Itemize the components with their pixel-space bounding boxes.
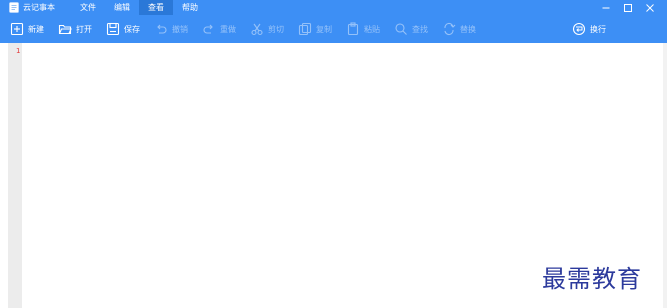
open-folder-icon bbox=[58, 24, 72, 35]
menu-view[interactable]: 查看 bbox=[139, 0, 173, 15]
save-button[interactable]: 保存 bbox=[106, 22, 140, 36]
close-button[interactable] bbox=[639, 0, 661, 15]
window-left-edge bbox=[0, 43, 8, 308]
line-number-gutter bbox=[8, 43, 22, 308]
cut-button[interactable]: 剪切 bbox=[250, 22, 284, 36]
window-controls bbox=[595, 0, 661, 15]
open-label: 打开 bbox=[76, 24, 92, 34]
save-label: 保存 bbox=[124, 24, 140, 34]
undo-button[interactable]: 撤销 bbox=[154, 22, 188, 36]
find-icon bbox=[395, 23, 407, 35]
open-button[interactable]: 打开 bbox=[58, 22, 92, 36]
watermark: 最需教育 bbox=[542, 265, 642, 293]
toolbar: 新建 打开 保存 撤销 重做 剪切 复制 粘贴 查找 替换 换行 bbox=[0, 15, 667, 43]
wrap-label: 换行 bbox=[590, 24, 606, 34]
new-label: 新建 bbox=[28, 24, 44, 34]
wrap-icon bbox=[572, 22, 586, 36]
minimize-icon bbox=[602, 7, 610, 8]
minimize-button[interactable] bbox=[595, 0, 617, 15]
menu-help[interactable]: 帮助 bbox=[173, 0, 207, 15]
redo-label: 重做 bbox=[220, 24, 236, 34]
paste-label: 粘贴 bbox=[364, 24, 380, 34]
undo-label: 撤销 bbox=[172, 24, 188, 34]
notepad-icon bbox=[9, 2, 19, 13]
redo-icon bbox=[203, 24, 213, 34]
copy-icon bbox=[298, 22, 312, 36]
copy-button[interactable]: 复制 bbox=[298, 22, 332, 36]
app-title: 云记事本 bbox=[23, 3, 55, 12]
cut-icon bbox=[251, 23, 263, 36]
paste-icon bbox=[347, 22, 359, 36]
maximize-button[interactable] bbox=[617, 0, 639, 15]
line-number: 1 bbox=[16, 47, 21, 55]
wrap-button[interactable]: 换行 bbox=[572, 22, 606, 36]
replace-button[interactable]: 替换 bbox=[442, 22, 476, 36]
cut-label: 剪切 bbox=[268, 24, 284, 34]
find-button[interactable]: 查找 bbox=[394, 22, 428, 36]
undo-icon bbox=[157, 24, 167, 34]
maximize-icon bbox=[624, 3, 632, 12]
new-file-icon bbox=[10, 22, 24, 36]
vertical-scrollbar[interactable] bbox=[663, 43, 667, 308]
save-icon bbox=[106, 22, 120, 36]
title-bar: 云记事本 文件 编辑 查看 帮助 bbox=[0, 0, 667, 15]
find-label: 查找 bbox=[412, 24, 428, 34]
redo-button[interactable]: 重做 bbox=[202, 22, 236, 36]
menu-edit[interactable]: 编辑 bbox=[105, 0, 139, 15]
replace-label: 替换 bbox=[460, 24, 476, 34]
new-button[interactable]: 新建 bbox=[10, 22, 44, 36]
menu-file[interactable]: 文件 bbox=[71, 0, 105, 15]
copy-label: 复制 bbox=[316, 24, 332, 34]
close-icon bbox=[646, 3, 654, 12]
paste-button[interactable]: 粘贴 bbox=[346, 22, 380, 36]
replace-icon bbox=[444, 22, 456, 36]
